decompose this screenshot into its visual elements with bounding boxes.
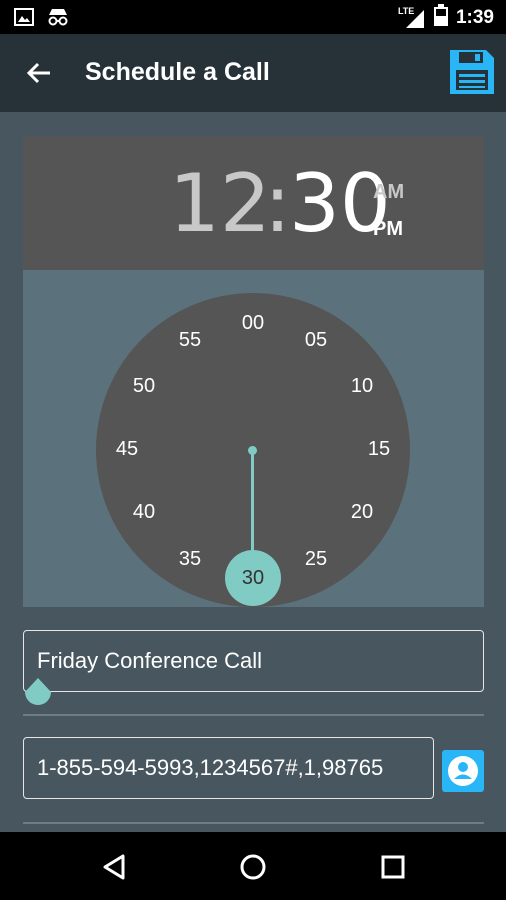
dial-number[interactable]: 35 (168, 544, 212, 574)
page-title: Schedule a Call (85, 58, 270, 86)
clock-hand[interactable] (251, 450, 254, 550)
dial-number[interactable]: 50 (122, 371, 166, 401)
dial-number[interactable]: 00 (231, 308, 275, 338)
app-bar: Schedule a Call (0, 34, 506, 112)
nav-home-button[interactable] (238, 852, 268, 882)
signal-icon: LTE (398, 6, 426, 30)
divider (23, 714, 484, 716)
dial-number[interactable]: 05 (294, 325, 338, 355)
back-triangle-icon (103, 854, 125, 880)
floppy-disk-icon (450, 50, 494, 94)
text-cursor-handle[interactable] (23, 678, 53, 712)
arrow-left-icon (26, 62, 50, 84)
status-bar: LTE 1:39 (0, 0, 506, 34)
clock-center (248, 446, 257, 455)
clock-time: 1:39 (455, 6, 494, 28)
contact-picker-button[interactable] (442, 750, 484, 792)
minute-dial[interactable]: 00 05 10 15 20 25 35 40 45 50 55 30 (96, 293, 410, 607)
hour-display[interactable]: 12 (169, 164, 271, 244)
dial-number[interactable]: 55 (168, 325, 212, 355)
incognito-icon (46, 7, 70, 32)
battery-icon (433, 4, 448, 31)
time-separator: : (264, 157, 291, 250)
back-button[interactable] (24, 58, 54, 88)
selected-minute[interactable]: 30 (225, 550, 281, 606)
dial-number[interactable]: 25 (294, 544, 338, 574)
image-notification-icon (14, 7, 34, 32)
phone-number-input[interactable]: 1-855-594-5993,1234567#,1,98765 (23, 737, 434, 799)
recents-square-icon (381, 855, 405, 879)
home-circle-icon (240, 854, 266, 880)
cursor-handle-icon (25, 678, 51, 705)
am-toggle[interactable]: AM (373, 181, 404, 204)
time-display: 12 : 30 AM PM (23, 136, 484, 270)
navigation-bar (0, 832, 506, 900)
dial-number[interactable]: 40 (122, 497, 166, 527)
nav-recents-button[interactable] (378, 852, 408, 882)
save-button[interactable] (448, 48, 496, 96)
divider (23, 822, 484, 824)
nav-back-button[interactable] (99, 852, 129, 882)
contact-person-icon (448, 756, 478, 786)
dial-number[interactable]: 45 (105, 434, 149, 464)
clock-area: 00 05 10 15 20 25 35 40 45 50 55 30 (23, 270, 484, 607)
dial-number[interactable]: 15 (357, 434, 401, 464)
dial-number[interactable]: 20 (340, 497, 384, 527)
dial-number[interactable]: 10 (340, 371, 384, 401)
pm-toggle[interactable]: PM (373, 218, 403, 241)
call-name-input[interactable]: Friday Conference Call (23, 630, 484, 692)
